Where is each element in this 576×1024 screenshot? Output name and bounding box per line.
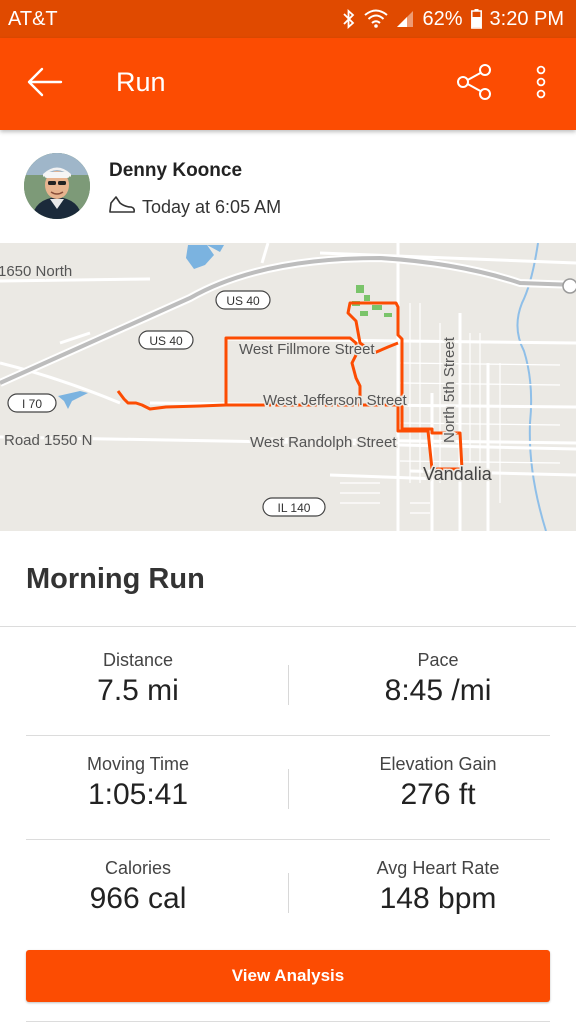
stat-divider	[288, 873, 289, 913]
road-1550-label: Road 1550 N	[4, 432, 92, 449]
carrier-label: AT&T	[8, 7, 58, 30]
stat-label: Pace	[417, 650, 459, 670]
route-map[interactable]: US 40 US 40 I 70 IL 140 1650 North Road …	[0, 243, 576, 531]
stat-label: Avg Heart Rate	[376, 858, 500, 878]
us40-shield-b: US 40	[138, 330, 194, 350]
avatar[interactable]	[24, 153, 90, 219]
more-options-button[interactable]	[526, 62, 556, 106]
athlete-name[interactable]: Denny Koonce	[109, 160, 242, 182]
stat-value: 966 cal	[89, 882, 187, 915]
i70-label: I 70	[22, 397, 42, 411]
us40-label-b: US 40	[149, 334, 183, 348]
stat-value: 148 bpm	[379, 882, 497, 915]
us40-label-a: US 40	[226, 294, 260, 308]
wifi-icon	[364, 9, 389, 29]
stat-value: 7.5 mi	[97, 674, 179, 707]
clock: 3:20 PM	[489, 7, 564, 30]
stat-avg-heart-rate: Avg Heart Rate 148 bpm	[307, 840, 569, 944]
randolph-label: West Randolph Street	[250, 434, 397, 451]
activity-title: Morning Run	[26, 563, 205, 595]
i70-shield: I 70	[7, 393, 57, 413]
back-button[interactable]	[22, 64, 66, 104]
stat-row: Moving Time 1:05:41 Elevation Gain 276 f…	[26, 736, 550, 840]
share-icon	[455, 63, 493, 106]
arrow-left-icon	[25, 66, 63, 103]
divider	[26, 1021, 550, 1022]
fifth-street-label: North 5th Street	[441, 336, 458, 443]
stat-distance: Distance 7.5 mi	[7, 632, 269, 736]
us40-shield-a: US 40	[215, 290, 271, 310]
city-label: Vandalia	[423, 464, 493, 484]
stat-row: Distance 7.5 mi Pace 8:45 /mi	[26, 632, 550, 736]
stat-row: Calories 966 cal Avg Heart Rate 148 bpm	[26, 840, 550, 944]
signal-icon	[396, 10, 414, 28]
jefferson-label: West Jefferson Street	[263, 392, 408, 409]
stat-calories: Calories 966 cal	[7, 840, 269, 944]
stat-elevation-gain: Elevation Gain 276 ft	[307, 736, 569, 840]
view-analysis-button[interactable]: View Analysis	[26, 950, 550, 1002]
battery-icon	[470, 9, 482, 29]
map-marker	[562, 278, 576, 294]
athlete-header: Denny Koonce Today at 6:05 AM	[0, 130, 576, 243]
app-bar: Run	[0, 38, 576, 130]
stat-value: 276 ft	[400, 778, 476, 811]
stats-grid: Distance 7.5 mi Pace 8:45 /mi Moving Tim…	[26, 632, 550, 944]
stat-divider	[288, 665, 289, 705]
stat-label: Moving Time	[86, 754, 190, 774]
stat-label: Elevation Gain	[379, 754, 497, 774]
activity-title-section: Morning Run	[0, 531, 576, 627]
stat-value: 1:05:41	[87, 778, 189, 811]
il140-label: IL 140	[278, 501, 311, 515]
share-button[interactable]	[452, 62, 496, 106]
more-vertical-icon	[535, 64, 547, 105]
shoe-icon	[108, 194, 136, 221]
fillmore-label: West Fillmore Street	[239, 341, 375, 358]
battery-percent: 62%	[422, 7, 463, 30]
page-title: Run	[116, 67, 166, 97]
stat-label: Calories	[104, 858, 172, 878]
stat-label: Distance	[102, 650, 174, 670]
il140-shield: IL 140	[262, 497, 326, 517]
activity-time: Today at 6:05 AM	[142, 197, 282, 217]
stat-pace: Pace 8:45 /mi	[307, 632, 569, 736]
stat-divider	[288, 769, 289, 809]
road-1650-label: 1650 North	[0, 263, 72, 280]
status-icons: 62% 3:20 PM	[342, 8, 564, 31]
status-bar: AT&T 62% 3:20 PM	[0, 0, 576, 38]
stat-value: 8:45 /mi	[384, 674, 492, 707]
activity-time-row: Today at 6:05 AM	[108, 194, 281, 221]
bluetooth-icon	[342, 9, 356, 29]
stat-moving-time: Moving Time 1:05:41	[7, 736, 269, 840]
